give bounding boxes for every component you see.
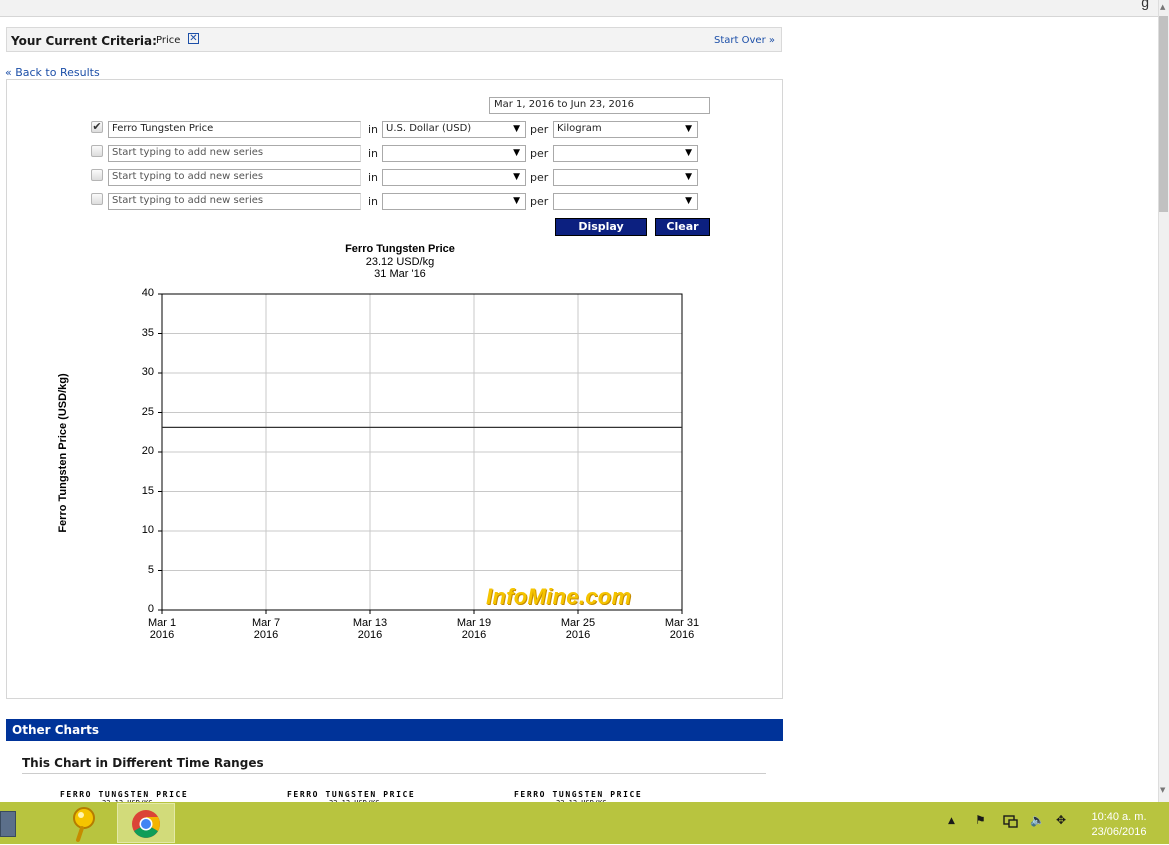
scrollbar-thumb[interactable] — [1159, 16, 1168, 212]
other-charts-header: Other Charts — [6, 719, 783, 741]
thumb-title: FERRO TUNGSTEN PRICE — [60, 790, 189, 799]
y-tick-label: 40 — [141, 287, 154, 299]
x-tick-label: Mar 1 2016 — [137, 617, 187, 641]
thumb-title: FERRO TUNGSTEN PRICE — [287, 790, 416, 799]
chrome-icon — [132, 810, 160, 838]
flag-icon[interactable]: ⚑ — [975, 813, 986, 827]
taskbar — [0, 802, 1169, 844]
x-tick-label: Mar 31 2016 — [657, 617, 707, 641]
x-tick-year: 2016 — [357, 629, 383, 641]
divider — [22, 773, 766, 774]
y-tick-label: 15 — [141, 484, 154, 497]
y-tick-label: 10 — [141, 524, 154, 536]
x-tick-date: Mar 7 — [251, 617, 281, 629]
volume-icon[interactable]: 🔈 — [1030, 813, 1045, 827]
show-hidden-icons[interactable]: ▲ — [948, 816, 955, 826]
clock-date[interactable]: 23/06/2016 — [1084, 826, 1154, 838]
x-tick-date: Mar 1 — [147, 617, 177, 629]
x-tick-date: Mar 13 — [352, 617, 388, 629]
time-ranges-heading: This Chart in Different Time Ranges — [22, 756, 264, 770]
y-tick-label: 20 — [141, 445, 154, 457]
x-tick-label: Mar 25 2016 — [553, 617, 603, 641]
y-tick-label: 30 — [141, 366, 154, 378]
x-tick-date: Mar 31 — [664, 617, 700, 629]
y-tick-label: 25 — [141, 405, 154, 418]
x-tick-year: 2016 — [669, 629, 695, 641]
scroll-up-icon[interactable]: ▲ — [1160, 3, 1165, 11]
x-tick-year: 2016 — [565, 629, 591, 641]
y-tick-label: 35 — [141, 326, 154, 339]
thumb-title: FERRO TUNGSTEN PRICE — [514, 790, 643, 799]
clock-time[interactable]: 10:40 a. m. — [1084, 811, 1154, 823]
x-tick-label: Mar 7 2016 — [241, 617, 291, 641]
x-tick-year: 2016 — [253, 629, 279, 641]
price-chart — [158, 293, 683, 614]
x-tick-label: Mar 13 2016 — [345, 617, 395, 641]
y-tick-label: 5 — [147, 563, 154, 576]
network-icon[interactable] — [1003, 814, 1019, 829]
x-tick-label: Mar 19 2016 — [449, 617, 499, 641]
infomine-watermark: InfoMine.com — [486, 584, 632, 609]
scroll-down-icon[interactable]: ▼ — [1160, 786, 1165, 794]
x-tick-date: Mar 19 — [456, 617, 492, 629]
y-tick-label: 0 — [147, 603, 154, 615]
dropbox-icon[interactable]: ✥ — [1056, 813, 1066, 827]
taskbar-chrome-button[interactable] — [117, 803, 175, 843]
x-tick-year: 2016 — [461, 629, 487, 641]
search-icon[interactable] — [60, 803, 112, 843]
x-tick-year: 2016 — [149, 629, 175, 641]
calculator-icon[interactable] — [0, 811, 16, 837]
x-tick-date: Mar 25 — [560, 617, 596, 629]
